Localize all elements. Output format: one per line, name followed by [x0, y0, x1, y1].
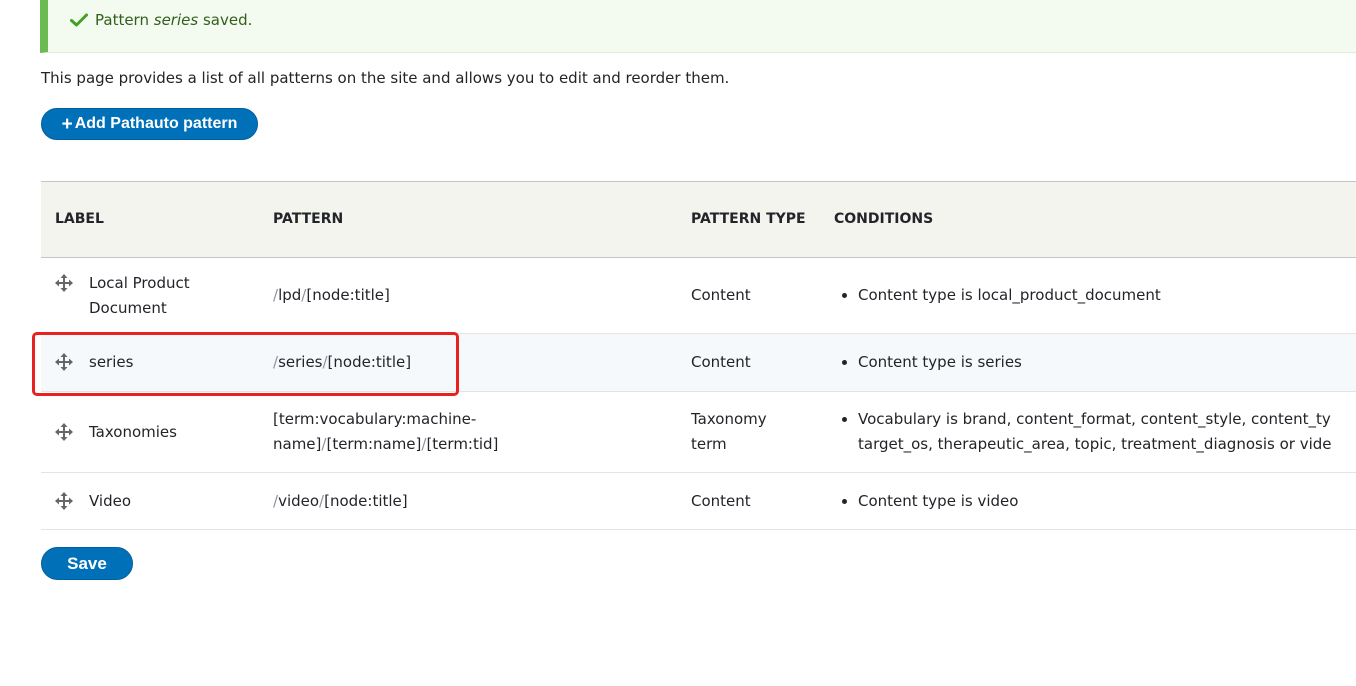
type-cell: Content: [677, 333, 820, 392]
drag-handle-icon[interactable]: [55, 273, 73, 292]
type-cell: Content: [677, 472, 820, 530]
save-button[interactable]: Save: [41, 547, 133, 580]
pattern-cell: /lpd/[node:title]: [259, 257, 677, 334]
pattern-cell: /series/[node:title]: [259, 333, 677, 392]
header-label: LABEL: [41, 181, 259, 258]
add-button-label: Add Pathauto pattern: [74, 115, 238, 132]
label-cell: Taxonomies: [41, 391, 259, 473]
table-header-row: LABEL PATTERN PATTERN TYPE CONDITIONS: [41, 181, 1356, 258]
checkmark-icon: [70, 13, 88, 27]
drag-handle-icon[interactable]: [55, 491, 73, 510]
condition-item: Content type is series: [858, 350, 1356, 375]
label-cell: Video: [41, 472, 259, 530]
condition-item: Vocabulary is brand, content_format, con…: [858, 407, 1356, 457]
page-description: This page provides a list of all pattern…: [41, 69, 730, 87]
condition-item: Content type is local_product_document: [858, 283, 1356, 308]
pattern-cell: /video/[node:title]: [259, 472, 677, 530]
table-row-highlighted: series /series/[node:title] Content Cont…: [41, 333, 1356, 392]
conditions-cell: Vocabulary is brand, content_format, con…: [820, 391, 1356, 473]
conditions-cell: Content type is video: [820, 472, 1356, 530]
pattern-cell: [term:vocabulary:machine-name]/[term:nam…: [259, 391, 677, 473]
add-pathauto-pattern-button[interactable]: + Add Pathauto pattern: [41, 108, 258, 140]
patterns-table: LABEL PATTERN PATTERN TYPE CONDITIONS Lo…: [41, 181, 1356, 530]
drag-handle-icon[interactable]: [55, 353, 73, 371]
table-row: Local Product Document /lpd/[node:title]…: [41, 257, 1356, 334]
status-message-item: series: [153, 11, 199, 29]
type-cell: Taxonomy term: [677, 391, 820, 473]
label-cell: series: [41, 333, 259, 392]
condition-item: Content type is video: [858, 489, 1356, 514]
drag-handle-icon[interactable]: [55, 422, 73, 441]
row-label: Taxonomies: [89, 422, 177, 441]
type-cell: Content: [677, 257, 820, 334]
table-row: Video /video/[node:title] Content Conten…: [41, 472, 1356, 530]
label-cell: Local Product Document: [41, 257, 259, 334]
status-message: Pattern series saved.: [40, 0, 1356, 53]
table-row: Taxonomies [term:vocabulary:machine-name…: [41, 391, 1356, 473]
header-conditions: CONDITIONS: [820, 181, 1356, 258]
conditions-cell: Content type is local_product_document: [820, 257, 1356, 334]
row-label: series: [89, 353, 134, 371]
header-pattern-type: PATTERN TYPE: [677, 181, 820, 258]
conditions-cell: Content type is series: [820, 333, 1356, 392]
header-pattern: PATTERN: [259, 181, 677, 258]
status-message-text: Pattern series saved.: [95, 11, 253, 29]
plus-icon: +: [61, 113, 73, 135]
row-label: Local Product Document: [89, 273, 190, 317]
row-label: Video: [89, 491, 132, 510]
